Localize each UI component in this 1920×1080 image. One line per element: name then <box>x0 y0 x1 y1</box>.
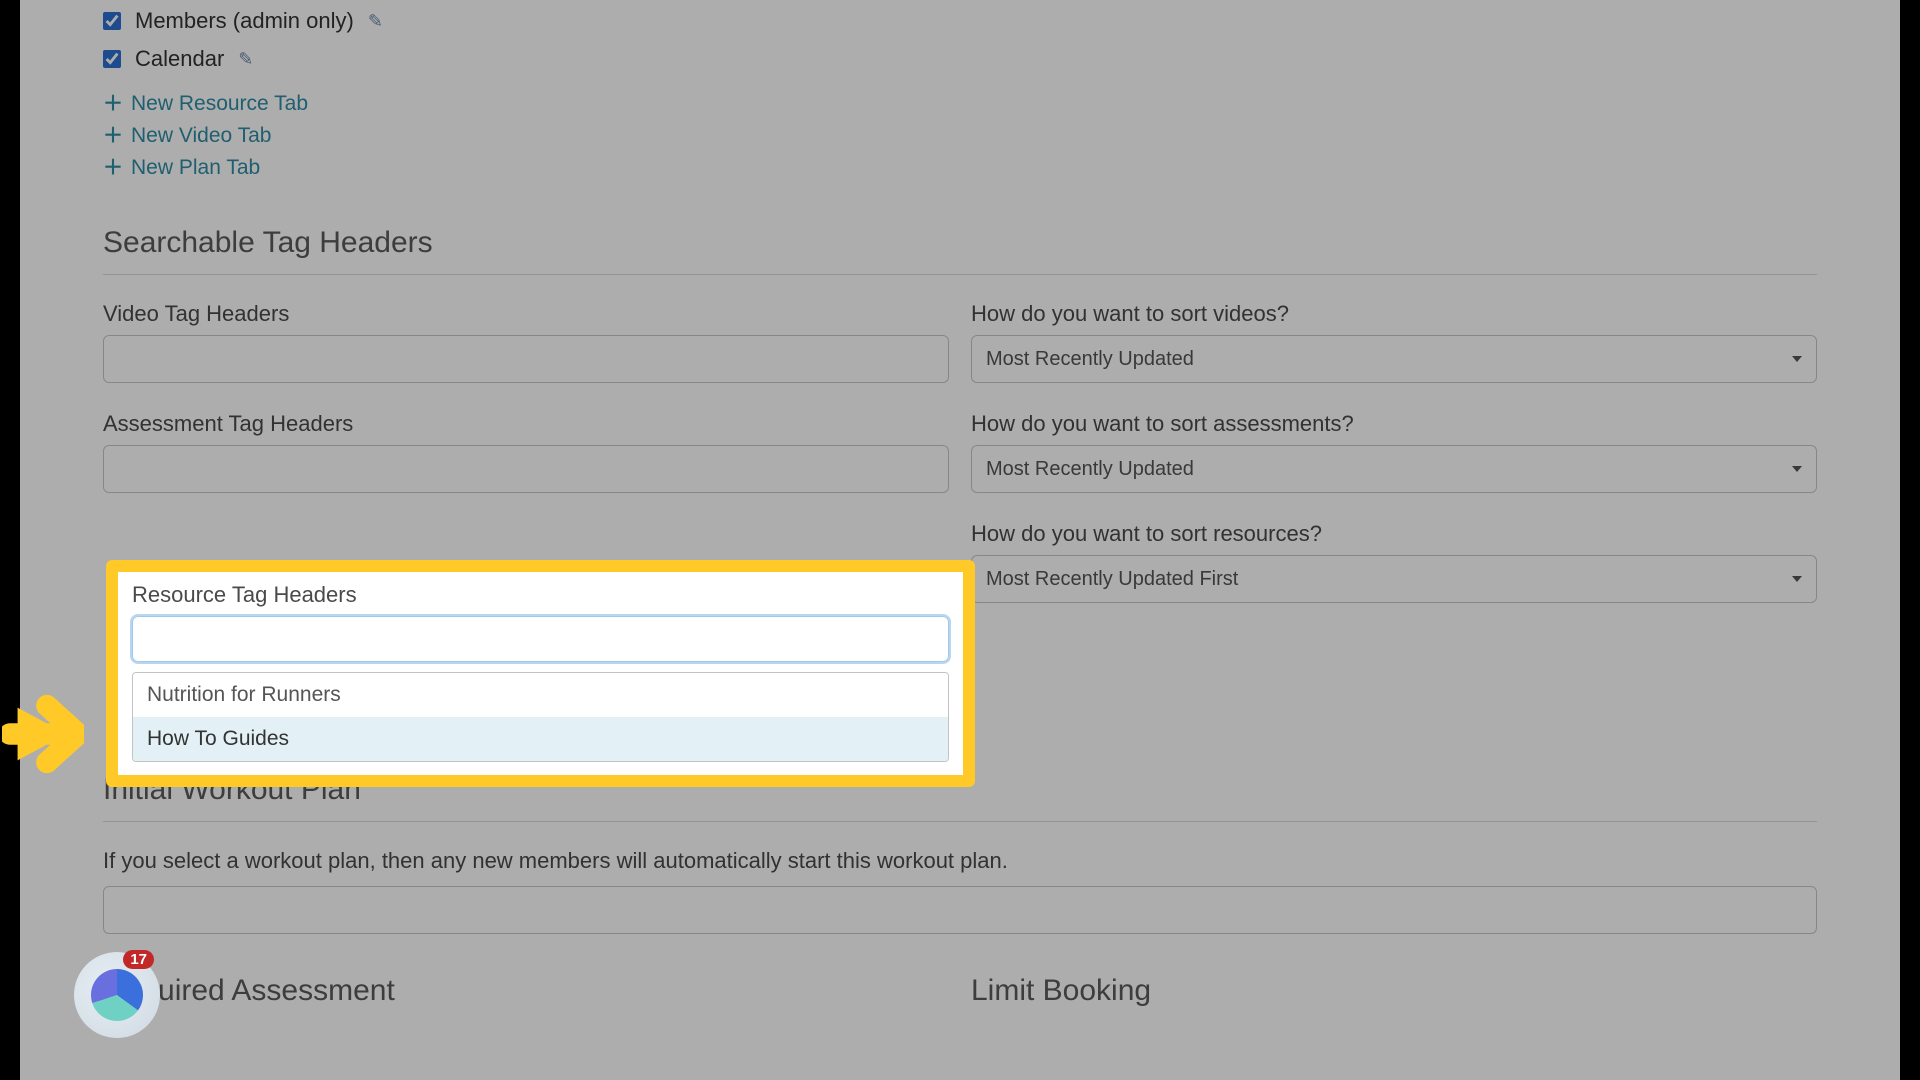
resource-tag-headers-input[interactable] <box>132 616 949 662</box>
members-label: Members (admin only) <box>135 8 354 34</box>
chevron-down-icon <box>1792 576 1802 582</box>
plus-icon: ＋ <box>103 126 123 146</box>
new-video-tab-link[interactable]: ＋ New Video Tab <box>103 120 1817 152</box>
pencil-icon[interactable]: ✎ <box>238 49 253 70</box>
members-checkbox-row: Members (admin only) ✎ <box>103 2 1817 40</box>
new-plan-tab-link[interactable]: ＋ New Plan Tab <box>103 152 1817 184</box>
divider <box>103 821 1817 822</box>
initial-workout-plan-input[interactable] <box>103 886 1817 934</box>
workout-plan-help: If you select a workout plan, then any n… <box>103 848 1817 874</box>
chevron-down-icon <box>1792 466 1802 472</box>
sort-resources-select[interactable]: Most Recently Updated First <box>971 555 1817 603</box>
required-assessment-heading: Required Assessment <box>103 974 949 1008</box>
pencil-icon[interactable]: ✎ <box>368 11 383 32</box>
sort-resources-field: How do you want to sort resources? Most … <box>971 521 1817 641</box>
divider <box>103 274 1817 275</box>
sort-videos-label: How do you want to sort videos? <box>971 301 1817 327</box>
sort-assessments-value: Most Recently Updated <box>986 458 1194 481</box>
video-tag-headers-input[interactable] <box>103 335 949 383</box>
plus-icon: ＋ <box>103 94 123 114</box>
plus-icon: ＋ <box>103 158 123 178</box>
resource-tag-option[interactable]: How To Guides <box>133 717 948 761</box>
resource-tag-option[interactable]: Nutrition for Runners <box>133 673 948 717</box>
resource-tag-headers-highlight: Resource Tag Headers Nutrition for Runne… <box>106 560 975 787</box>
new-video-tab-label: New Video Tab <box>131 124 272 148</box>
sort-videos-select[interactable]: Most Recently Updated <box>971 335 1817 383</box>
assessment-tag-headers-input[interactable] <box>103 445 949 493</box>
new-plan-tab-label: New Plan Tab <box>131 156 260 180</box>
sort-videos-value: Most Recently Updated <box>986 348 1194 371</box>
chat-widget-badge: 17 <box>123 950 154 969</box>
sort-assessments-label: How do you want to sort assessments? <box>971 411 1817 437</box>
assessment-tag-headers-field: Assessment Tag Headers <box>103 411 949 493</box>
chevron-down-icon <box>1792 356 1802 362</box>
chat-widget-icon <box>91 969 143 1021</box>
sort-resources-label: How do you want to sort resources? <box>971 521 1817 547</box>
resource-tag-dropdown: Nutrition for Runners How To Guides <box>132 672 949 762</box>
video-tag-headers-label: Video Tag Headers <box>103 301 949 327</box>
calendar-checkbox[interactable] <box>103 50 121 68</box>
sort-assessments-select[interactable]: Most Recently Updated <box>971 445 1817 493</box>
sort-resources-value: Most Recently Updated First <box>986 568 1238 591</box>
new-resource-tab-label: New Resource Tab <box>131 92 308 116</box>
sort-videos-field: How do you want to sort videos? Most Rec… <box>971 301 1817 383</box>
calendar-label: Calendar <box>135 46 224 72</box>
chat-widget[interactable]: 17 <box>74 952 160 1038</box>
video-tag-headers-field: Video Tag Headers <box>103 301 949 383</box>
new-resource-tab-link[interactable]: ＋ New Resource Tab <box>103 88 1817 120</box>
sort-assessments-field: How do you want to sort assessments? Mos… <box>971 411 1817 493</box>
arrow-annotation-icon <box>2 690 84 783</box>
limit-booking-heading: Limit Booking <box>971 974 1817 1008</box>
searchable-tag-headers-heading: Searchable Tag Headers <box>103 226 1817 260</box>
resource-tag-headers-label: Resource Tag Headers <box>132 582 949 608</box>
assessment-tag-headers-label: Assessment Tag Headers <box>103 411 949 437</box>
members-checkbox[interactable] <box>103 12 121 30</box>
calendar-checkbox-row: Calendar ✎ <box>103 40 1817 78</box>
